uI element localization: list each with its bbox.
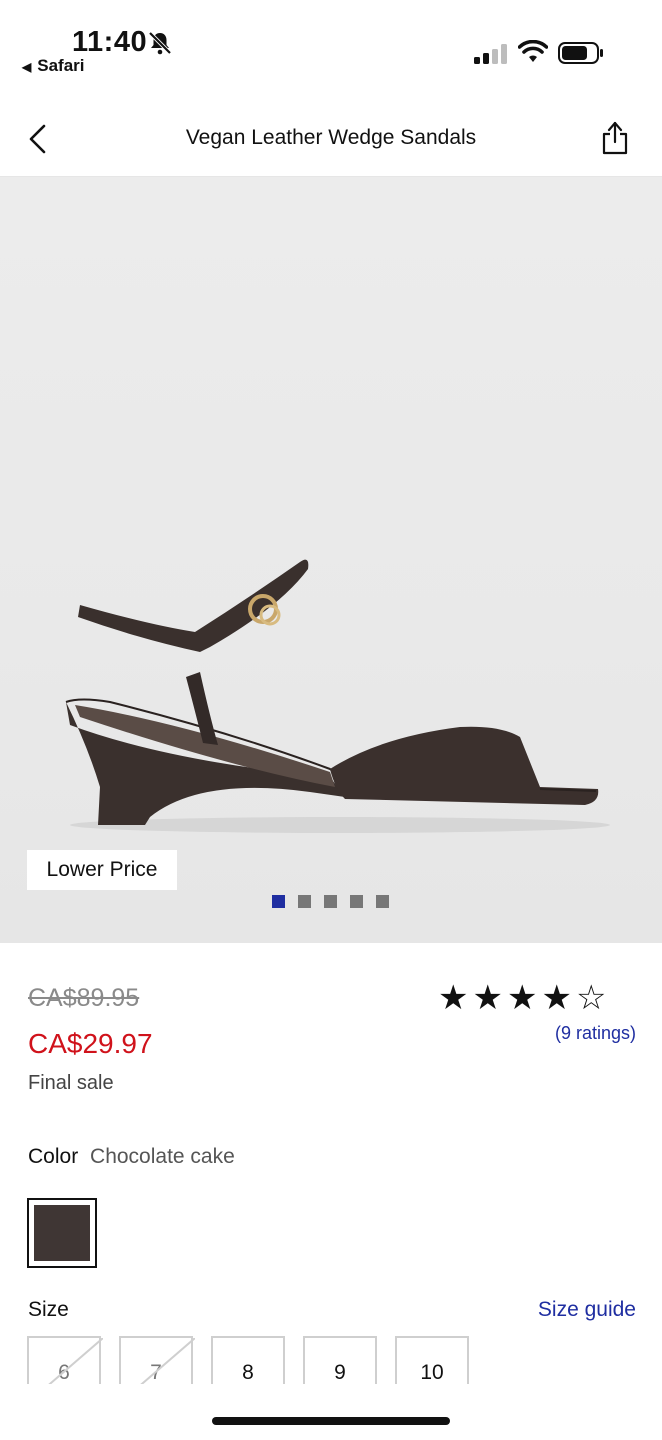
original-price: CA$89.95 — [28, 984, 140, 1012]
star-empty-icon: ☆ — [575, 979, 611, 1017]
size-option-label: 9 — [334, 1361, 346, 1384]
back-triangle-icon: ◀ — [22, 60, 32, 74]
size-option-label: 8 — [242, 1361, 254, 1384]
star-filled-icon: ★ — [541, 979, 576, 1017]
star-rating[interactable]: ★★★★☆ — [438, 978, 610, 1018]
star-filled-icon: ★ — [506, 979, 542, 1017]
nav-bar: Vegan Leather Wedge Sandals — [0, 100, 662, 177]
size-options: 67 8 9 10 — [27, 1336, 477, 1384]
star-filled-icon: ★ — [438, 979, 473, 1017]
carousel-dot[interactable] — [298, 895, 311, 908]
back-app-label: Safari — [37, 56, 85, 75]
color-row: Color Chocolate cake — [28, 1145, 235, 1169]
status-time: 11:40 — [72, 26, 148, 58]
color-swatch-fill — [34, 1205, 90, 1261]
final-sale-note: Final sale — [28, 1072, 114, 1094]
size-option[interactable]: 9 — [303, 1336, 377, 1384]
carousel-dot[interactable] — [350, 895, 363, 908]
carousel-dot[interactable] — [324, 895, 337, 908]
size-guide-link[interactable]: Size guide — [538, 1298, 636, 1322]
sale-price: CA$29.97 — [28, 1028, 153, 1059]
carousel-dot[interactable] — [272, 895, 285, 908]
size-option[interactable]: 6 — [27, 1336, 103, 1384]
unavailable-slash-icon — [140, 1338, 195, 1384]
size-option[interactable]: 8 — [211, 1336, 285, 1384]
product-image-carousel[interactable]: Lower Price — [0, 177, 662, 943]
back-to-safari[interactable]: ◀ Safari — [22, 56, 84, 76]
home-indicator — [212, 1417, 450, 1425]
unavailable-slash-icon — [48, 1338, 103, 1384]
lower-price-badge: Lower Price — [27, 850, 177, 890]
color-value: Chocolate cake — [90, 1145, 235, 1168]
color-swatch-selected[interactable] — [27, 1198, 97, 1268]
carousel-indicator — [272, 895, 389, 909]
size-label: Size — [28, 1298, 69, 1321]
ratings-count-link[interactable]: (9 ratings) — [555, 1023, 636, 1044]
status-bar: 11:40 ◀ Safari — [0, 0, 662, 90]
size-option[interactable]: 7 — [119, 1336, 195, 1384]
silent-bell-icon — [148, 31, 172, 55]
wifi-icon — [518, 40, 548, 62]
battery-icon — [558, 42, 603, 64]
carousel-dot[interactable] — [376, 895, 389, 908]
color-label: Color — [28, 1145, 79, 1168]
star-filled-icon: ★ — [472, 979, 507, 1017]
size-option-label: 10 — [420, 1361, 444, 1384]
page-title: Vegan Leather Wedge Sandals — [185, 126, 477, 149]
share-icon[interactable] — [600, 120, 630, 156]
cellular-signal-icon — [474, 44, 507, 64]
size-option[interactable]: 10 — [395, 1336, 469, 1384]
product-photo-sandal — [65, 559, 610, 833]
